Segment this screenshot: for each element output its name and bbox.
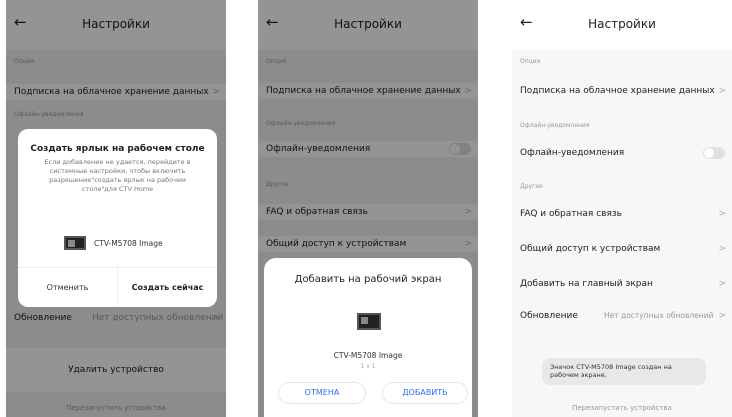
sheet-size: 1 x 1 [360,363,376,370]
device-thumbnail-icon [64,236,86,250]
phone-screen-3: ← Настройки Опция Подписка на облачное х… [512,0,732,417]
subscription-row[interactable]: Подписка на облачное хранение данных [512,83,732,99]
offline-notifications-label: Офлайн-уведомления [520,148,625,158]
offline-notifications-toggle[interactable] [703,147,725,159]
add-to-home-sheet: Добавить на рабочий экран CTV-M5708 Imag… [264,258,472,417]
sheet-device-name: CTV-M5708 Image [333,351,403,360]
phone-screen-2: ← Настройки Опция Подписка на облачное х… [258,0,478,417]
offline-notifications-row: Офлайн-уведомления [512,145,732,161]
section-other: Другие [520,183,543,190]
dialog-message: Если добавление не удается, перейдите в … [44,158,191,194]
update-value: Нет доступных обновлений [604,311,714,320]
add-home-row[interactable]: Добавить на главный экран [512,276,732,292]
create-now-button[interactable]: Создать сейчас [118,268,217,307]
chevron-right-icon: > [718,311,726,321]
add-home-label: Добавить на главный экран [520,279,653,289]
chevron-right-icon: > [718,209,726,219]
create-shortcut-dialog: Создать ярлык на рабочем столе Если доба… [18,129,217,307]
add-button[interactable]: ДОБАВИТЬ [382,382,468,404]
section-offline: Офлайн-уведомления [520,122,590,129]
dialog-title: Создать ярлык на рабочем столе [30,144,205,154]
header: ← Настройки [512,0,732,50]
restart-device-label[interactable]: Перезапустить устройства [512,404,732,412]
phone-screen-1: ← Настройки Опция Подписка на облачное х… [6,0,226,417]
faq-label: FAQ и обратная связь [520,209,622,219]
toast-message: Значок CTV-M5708 Image создан на рабочем… [542,358,706,385]
sharing-row[interactable]: Общий доступ к устройствам [512,241,732,257]
chevron-right-icon: > [718,86,726,96]
device-thumbnail-icon[interactable] [357,313,381,330]
cancel-button[interactable]: Отменить [18,268,117,307]
sheet-title: Добавить на рабочий экран [294,274,442,285]
cancel-button[interactable]: ОТМЕНА [278,382,366,404]
section-option: Опция [520,58,541,65]
dialog-device-name: CTV-M5708 Image [94,239,163,248]
update-row[interactable]: Обновление Нет доступных обновлений [512,308,732,324]
chevron-right-icon: > [718,244,726,254]
sharing-label: Общий доступ к устройствам [520,244,661,254]
page-title: Настройки [588,17,656,31]
subscription-label: Подписка на облачное хранение данных [520,86,715,96]
faq-row[interactable]: FAQ и обратная связь [512,206,732,222]
chevron-right-icon: > [718,279,726,289]
update-label: Обновление [520,311,578,321]
